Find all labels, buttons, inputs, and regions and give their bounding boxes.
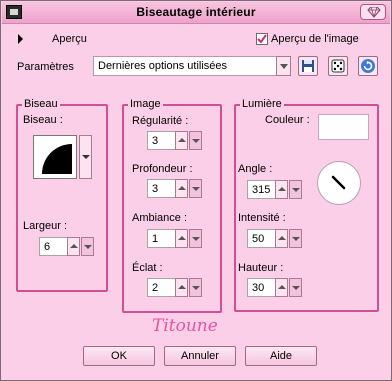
gem-icon [367,7,381,18]
depth-spinbox[interactable]: 3 [147,179,202,198]
angle-down-button[interactable] [289,180,302,199]
light-group-title: Lumière [240,98,284,110]
bevel-group: Biseau [16,98,108,292]
floppy-disk-icon [302,60,314,72]
regularity-label: Régularité : [132,115,189,127]
width-down-button[interactable] [81,237,94,256]
params-select-value: Dernières options utilisées [98,60,228,72]
shine-spinbox[interactable]: 2 [147,278,202,297]
depth-label: Profondeur : [132,163,193,175]
bevel-shape-preview[interactable] [33,135,77,179]
width-value: 6 [44,241,51,253]
intensity-spinbox[interactable]: 50 [247,229,302,248]
reset-icon [361,59,375,73]
angle-spinbox[interactable]: 315 [247,180,302,199]
regularity-spinbox[interactable]: 3 [147,131,202,150]
depth-down-button[interactable] [189,179,202,198]
params-select[interactable]: Dernières options utilisées [93,56,291,76]
params-label: Paramètres [17,61,74,73]
save-preset-button[interactable] [298,56,318,76]
color-label: Couleur : [265,114,310,126]
ambience-up-button[interactable] [175,229,188,248]
preview-image-checkbox[interactable] [256,33,268,45]
dialog-window: Biseautage intérieur Aperçu Aperçu de l'… [0,0,392,381]
image-group-title: Image [128,98,163,110]
angle-dial[interactable] [317,161,361,205]
height-down-button[interactable] [289,278,302,297]
angle-dial-needle-icon [331,175,346,190]
height-up-button[interactable] [275,278,288,297]
bevel-shape-label: Biseau : [23,114,63,126]
bevel-shape-icon [42,144,72,174]
angle-up-button[interactable] [275,180,288,199]
intensity-up-button[interactable] [275,229,288,248]
bevel-group-title: Biseau [22,98,60,110]
shine-value: 2 [152,282,159,294]
close-button[interactable] [360,4,386,20]
author-signature: Titoune [152,316,218,336]
angle-label: Angle : [238,163,273,175]
regularity-value: 3 [152,135,159,147]
shine-up-button[interactable] [175,278,188,297]
window-title: Biseautage intérieur [136,5,256,19]
ok-button[interactable]: OK [83,346,155,366]
bevel-shape-dropdown-button[interactable] [79,135,92,179]
intensity-down-button[interactable] [289,229,302,248]
intensity-value: 50 [252,233,265,245]
chevron-down-icon [82,155,90,159]
expand-preview-arrow-icon[interactable] [18,34,23,44]
width-label: Largeur : [23,220,68,232]
ambience-value: 1 [152,233,159,245]
regularity-up-button[interactable] [175,131,188,150]
reset-button[interactable] [358,56,378,76]
regularity-down-button[interactable] [189,131,202,150]
randomize-button[interactable] [328,56,348,76]
width-spinbox[interactable]: 6 [39,237,94,256]
intensity-label: Intensité : [238,212,286,224]
angle-value: 315 [252,184,271,196]
title-bar[interactable]: Biseautage intérieur [2,2,390,24]
shine-down-button[interactable] [189,278,202,297]
depth-up-button[interactable] [175,179,188,198]
check-icon [257,34,267,44]
depth-value: 3 [152,183,159,195]
chevron-down-icon[interactable] [276,56,291,76]
width-up-button[interactable] [67,237,80,256]
cancel-button[interactable]: Annuler [164,346,236,366]
ambience-down-button[interactable] [189,229,202,248]
light-color-swatch[interactable] [318,114,369,140]
ambience-spinbox[interactable]: 1 [147,229,202,248]
shine-label: Éclat : [132,262,163,274]
ambience-label: Ambiance : [132,212,188,224]
preview-image-label: Aperçu de l'image [271,33,359,45]
height-value: 30 [252,282,265,294]
height-spinbox[interactable]: 30 [247,278,302,297]
preview-label: Aperçu [52,33,87,45]
dice-icon [331,59,345,73]
help-button[interactable]: Aide [245,346,317,366]
height-label: Hauteur : [238,262,284,274]
